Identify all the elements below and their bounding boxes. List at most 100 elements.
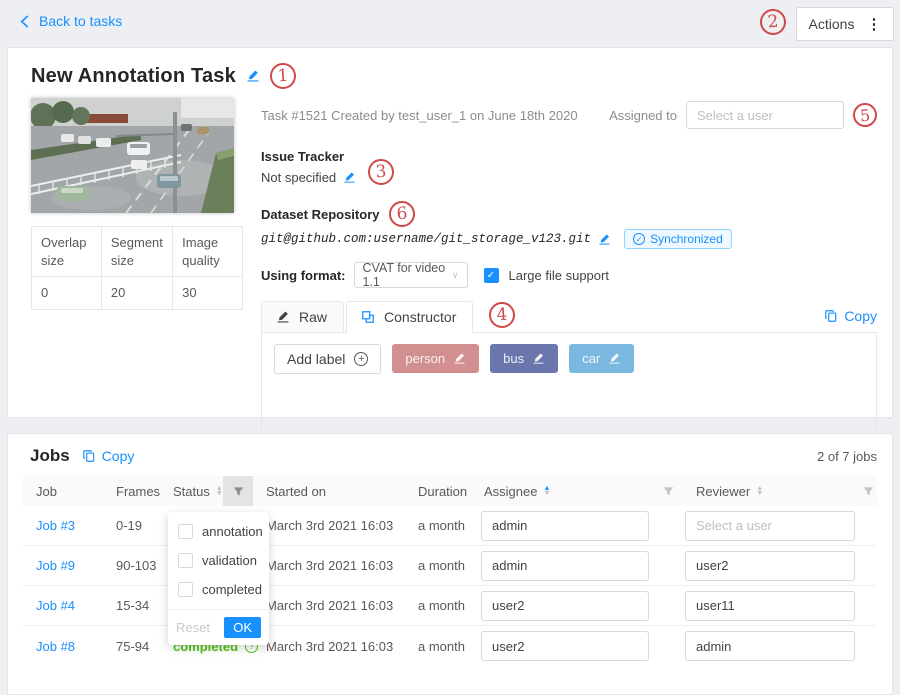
tab-constructor[interactable]: Constructor xyxy=(346,301,473,333)
filter-ok-button[interactable]: OK xyxy=(224,617,261,638)
annotation-marker-5: 5 xyxy=(852,102,878,128)
tab-raw[interactable]: Raw xyxy=(261,301,344,332)
copy-jobs-button[interactable]: Copy xyxy=(82,448,135,464)
job-duration: a month xyxy=(405,639,471,654)
export-format-value: CVAT for video 1.1 xyxy=(363,261,452,289)
labels-constructor-panel: Add label + person bus car xyxy=(261,333,877,445)
job-reviewer-input[interactable] xyxy=(685,591,855,621)
column-header-assignee[interactable]: Assignee ▲▼ xyxy=(471,476,653,506)
job-started: March 3rd 2021 16:03 xyxy=(253,558,405,573)
job-assignee-input[interactable] xyxy=(481,551,649,581)
task-details-card: New Annotation Task 1 xyxy=(7,47,893,418)
reviewer-sorter[interactable]: ▲▼ xyxy=(756,486,763,496)
copy-jobs-label: Copy xyxy=(102,448,135,464)
job-frames: 90-103 xyxy=(103,558,160,573)
job-assignee-input[interactable] xyxy=(481,631,649,661)
status-sorter[interactable]: ▲▼ xyxy=(216,486,223,496)
reviewer-filter-button[interactable] xyxy=(857,476,879,506)
job-row: Job #8 75-94 completed ? March 3rd 2021 … xyxy=(23,626,877,666)
filter-option-validation[interactable]: validation xyxy=(168,546,269,575)
label-chip-person[interactable]: person xyxy=(392,344,479,373)
assignee-filter-button[interactable] xyxy=(653,476,683,506)
topbar: Back to tasks 2 Actions ⋮ xyxy=(0,0,900,47)
job-link[interactable]: Job #8 xyxy=(36,639,75,654)
more-vertical-icon: ⋮ xyxy=(866,15,881,33)
job-reviewer-input[interactable] xyxy=(685,631,855,661)
filter-reset-button[interactable]: Reset xyxy=(176,620,210,635)
param-value-overlap: 0 xyxy=(32,277,102,310)
job-started: March 3rd 2021 16:03 xyxy=(253,598,405,613)
label-chip-bus[interactable]: bus xyxy=(490,344,558,373)
labels-tabs: Raw Constructor 4 Copy xyxy=(261,301,877,333)
edit-label-icon[interactable] xyxy=(453,352,466,365)
copy-icon xyxy=(824,309,838,323)
param-header-quality: Image quality xyxy=(173,227,243,277)
label-chip-car[interactable]: car xyxy=(569,344,634,373)
job-link[interactable]: Job #9 xyxy=(36,558,75,573)
large-file-support-label: Large file support xyxy=(509,268,609,283)
job-link[interactable]: Job #4 xyxy=(36,598,75,613)
job-assignee-input[interactable] xyxy=(481,511,649,541)
job-row: Job #9 90-103 March 3rd 2021 16:03 a mon… xyxy=(23,546,877,586)
annotation-checkbox[interactable] xyxy=(178,524,193,539)
block-icon xyxy=(361,310,375,324)
edit-repository-icon[interactable] xyxy=(598,233,611,246)
filter-funnel-icon xyxy=(663,486,674,497)
export-format-select[interactable]: CVAT for video 1.1 ∨ xyxy=(354,262,468,288)
completed-checkbox[interactable] xyxy=(178,582,193,597)
annotation-marker-1: 1 xyxy=(269,62,297,90)
edit-label-icon[interactable] xyxy=(532,352,545,365)
annotation-marker-6: 6 xyxy=(389,200,417,228)
job-duration: a month xyxy=(405,518,471,533)
back-to-tasks-link[interactable]: Back to tasks xyxy=(18,13,122,29)
jobs-table-header: Job Frames Status ▲▼ Started on Duration… xyxy=(23,476,877,506)
jobs-heading: Jobs xyxy=(30,446,70,466)
add-label-button[interactable]: Add label + xyxy=(274,344,381,374)
reviewer-header-label: Reviewer xyxy=(696,484,750,499)
label-chip-person-name: person xyxy=(405,351,445,366)
column-header-job: Job xyxy=(23,476,103,506)
job-duration: a month xyxy=(405,558,471,573)
task-meta-text: Task #1521 Created by test_user_1 on Jun… xyxy=(261,108,578,123)
column-header-status[interactable]: Status ▲▼ xyxy=(160,476,223,506)
status-filter-button[interactable] xyxy=(223,476,253,506)
job-reviewer-input[interactable] xyxy=(685,551,855,581)
large-file-support-checkbox[interactable]: ✓ xyxy=(484,268,499,283)
task-params-table: Overlap size Segment size Image quality … xyxy=(31,226,243,310)
edit-issue-tracker-icon[interactable] xyxy=(343,171,356,184)
assigned-to-input[interactable] xyxy=(686,101,844,129)
column-header-frames: Frames xyxy=(103,476,160,506)
check-circle-icon: ✓ xyxy=(633,233,645,245)
edit-label-icon[interactable] xyxy=(608,352,621,365)
param-value-quality: 30 xyxy=(173,277,243,310)
column-header-reviewer[interactable]: Reviewer ▲▼ xyxy=(683,476,857,506)
actions-button[interactable]: Actions ⋮ xyxy=(796,7,894,41)
dataset-repository-label: Dataset Repository xyxy=(261,207,379,222)
issue-tracker-value: Not specified xyxy=(261,170,336,185)
validation-checkbox[interactable] xyxy=(178,553,193,568)
job-reviewer-input[interactable] xyxy=(685,511,855,541)
add-label-text: Add label xyxy=(287,351,345,367)
filter-option-annotation[interactable]: annotation xyxy=(168,517,269,546)
filter-option-completed[interactable]: completed xyxy=(168,575,269,604)
job-frames: 75-94 xyxy=(103,639,160,654)
assignee-header-label: Assignee xyxy=(484,484,537,499)
job-assignee-input[interactable] xyxy=(481,591,649,621)
edit-task-name-icon[interactable] xyxy=(246,69,260,83)
chevron-left-icon xyxy=(18,15,31,28)
param-header-segment: Segment size xyxy=(101,227,172,277)
label-chip-car-name: car xyxy=(582,351,600,366)
copy-labels-button[interactable]: Copy xyxy=(824,308,877,324)
chevron-down-icon: ∨ xyxy=(452,270,459,281)
job-row: Job #3 0-19 March 3rd 2021 16:03 a month xyxy=(23,506,877,546)
filter-funnel-icon xyxy=(863,486,874,497)
status-filter-dropdown: annotation validation completed Reset OK xyxy=(168,512,269,645)
job-link[interactable]: Job #3 xyxy=(36,518,75,533)
column-header-duration: Duration xyxy=(405,476,471,506)
annotation-marker-4: 4 xyxy=(488,301,516,329)
label-chip-bus-name: bus xyxy=(503,351,524,366)
job-duration: a month xyxy=(405,598,471,613)
assignee-sorter[interactable]: ▲▼ xyxy=(543,486,550,496)
issue-tracker-label: Issue Tracker xyxy=(261,149,877,164)
assigned-to-label: Assigned to xyxy=(609,108,677,123)
